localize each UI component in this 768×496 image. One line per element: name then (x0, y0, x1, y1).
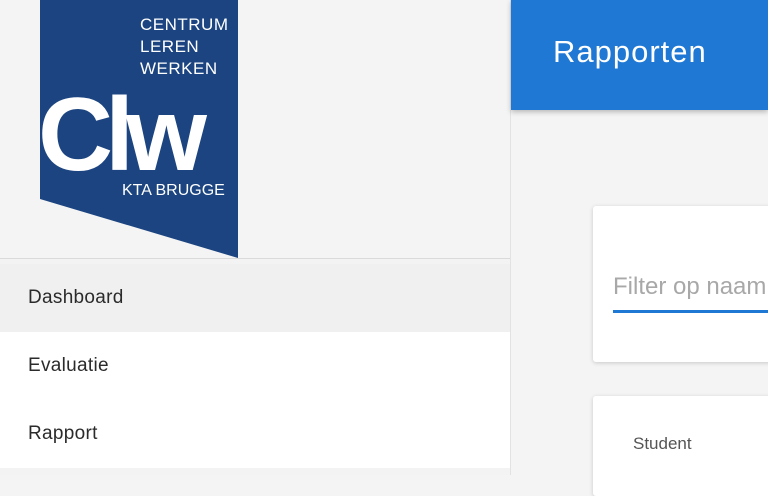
students-table: Student (593, 396, 768, 496)
filter-underline (613, 310, 768, 313)
logo-mark: Clw (40, 77, 208, 193)
logo-area: CENTRUM LEREN WERKEN Clw KTA BRUGGE (0, 0, 510, 259)
sidebar-item-rapport[interactable]: Rapport (0, 400, 510, 468)
sidebar: CENTRUM LEREN WERKEN Clw KTA BRUGGE Dash… (0, 0, 511, 475)
filter-card (593, 206, 768, 362)
sidebar-item-evaluatie[interactable]: Evaluatie (0, 332, 510, 400)
app-bar: Rapporten (511, 0, 768, 110)
logo-line-3: WERKEN (140, 59, 218, 78)
filter-input[interactable] (613, 264, 768, 310)
logo-line-2: LEREN (140, 37, 199, 56)
sidebar-nav: Dashboard Evaluatie Rapport (0, 264, 510, 468)
sidebar-item-dashboard[interactable]: Dashboard (0, 264, 510, 332)
column-header-student[interactable]: Student (633, 434, 692, 454)
logo-line-1: CENTRUM (140, 15, 229, 34)
main-content: Rapporten Student (511, 0, 768, 496)
page-title: Rapporten (553, 34, 707, 69)
logo-subtitle: KTA BRUGGE (122, 182, 225, 199)
clw-logo: CENTRUM LEREN WERKEN Clw KTA BRUGGE (40, 0, 238, 258)
